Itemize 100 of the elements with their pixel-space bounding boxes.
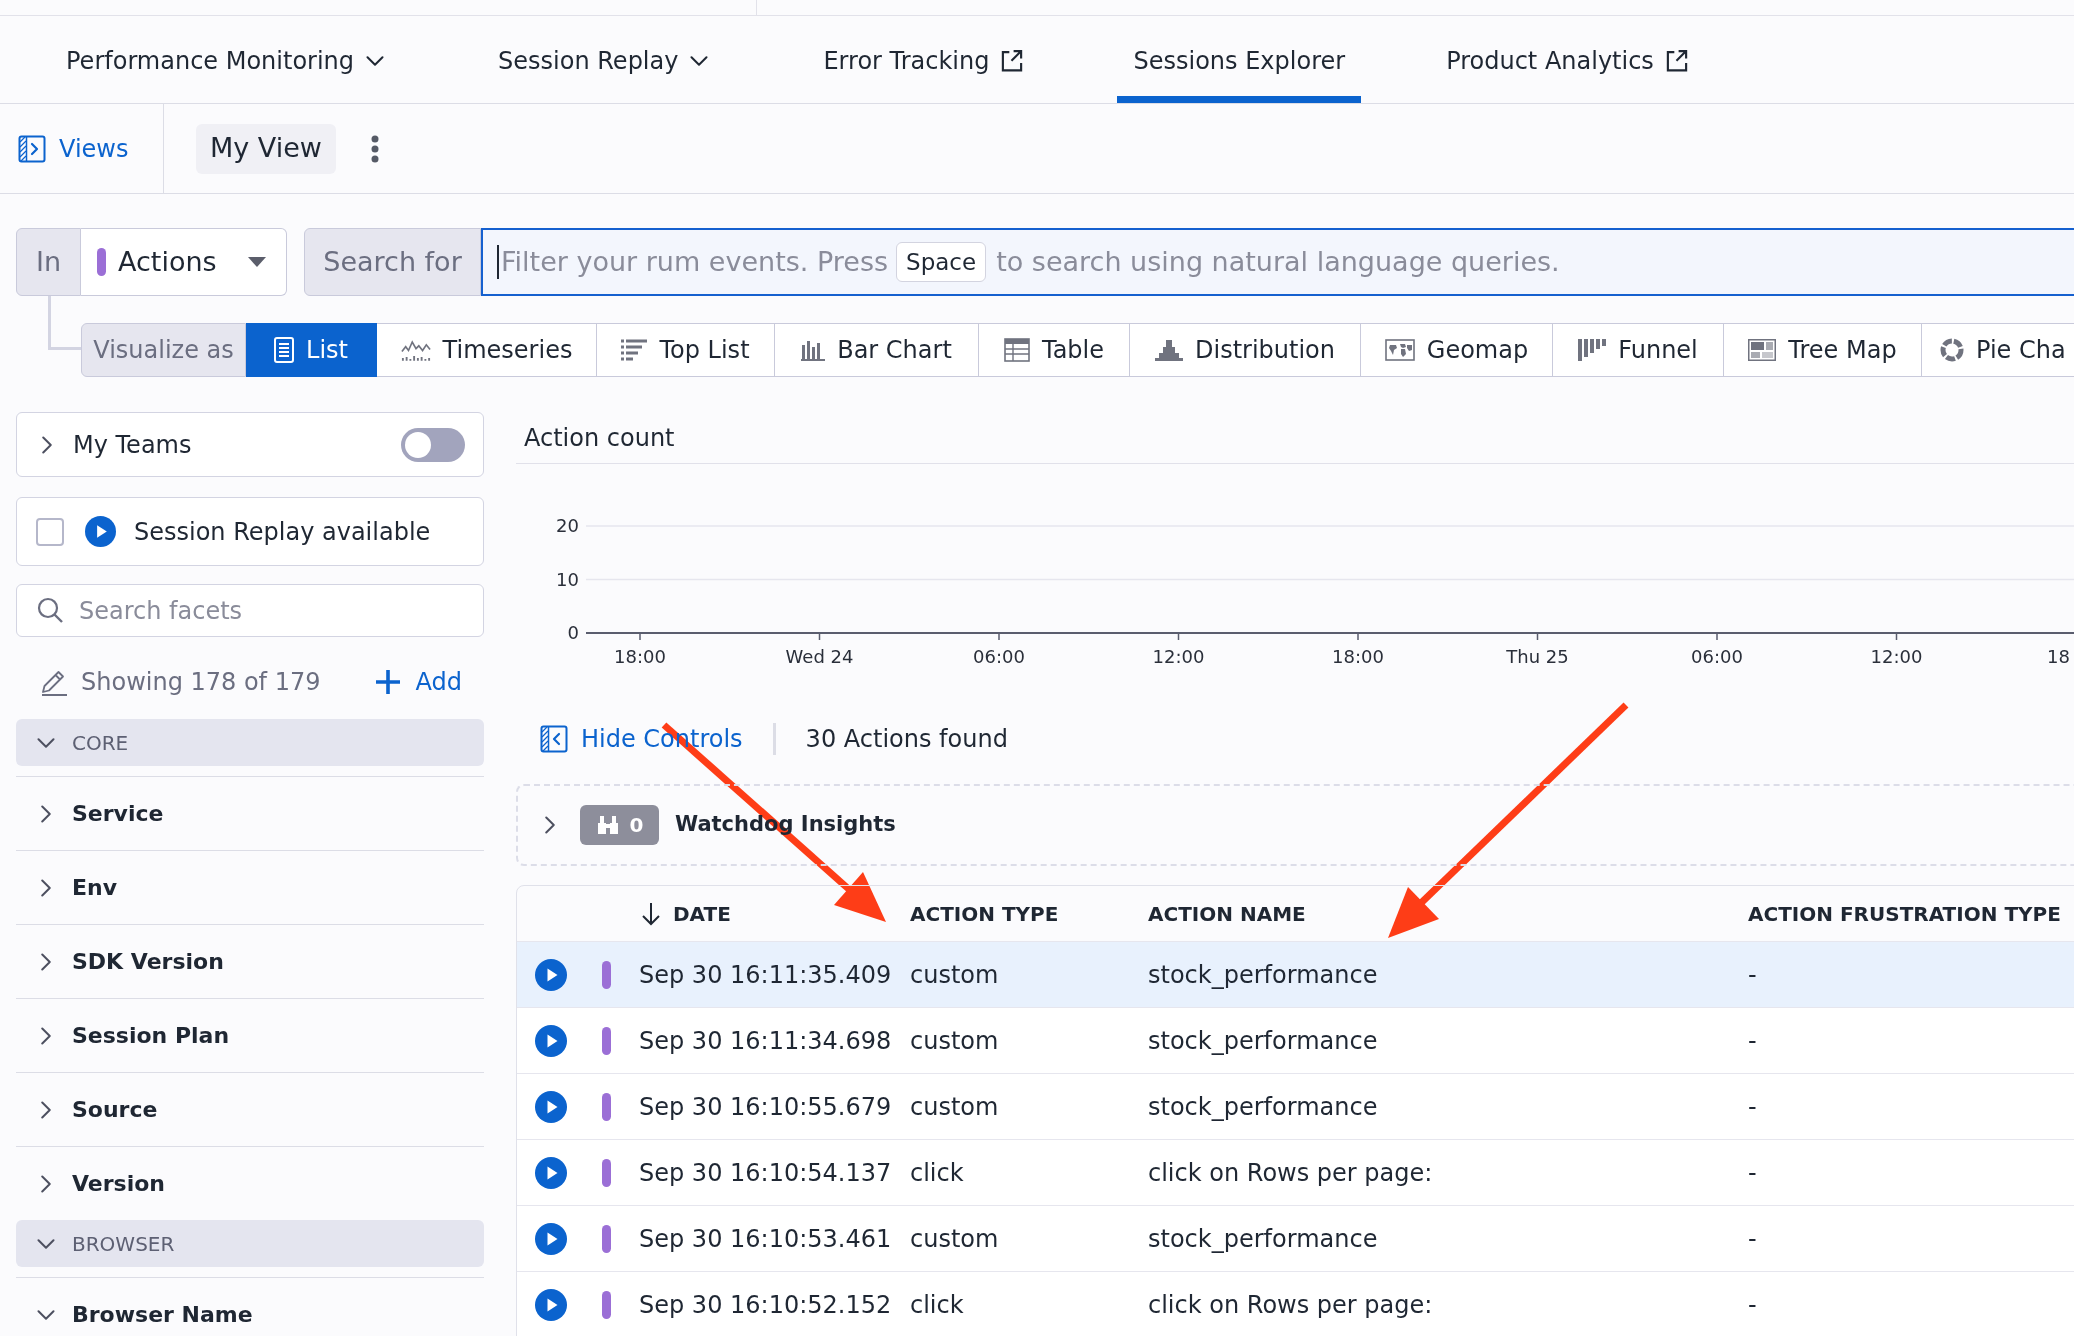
placeholder-text: to search using natural language queries. <box>996 244 1560 279</box>
column-header[interactable]: ACTION TYPE <box>910 898 1148 929</box>
table-cell-text: custom <box>910 1091 999 1123</box>
event-marker-icon <box>602 1026 611 1055</box>
play-icon <box>535 1090 567 1123</box>
table-cell-text: - <box>1748 959 1757 991</box>
more-options-icon[interactable] <box>370 134 379 163</box>
table-row[interactable]: Sep 30 16:10:54.137 click click on Rows per page: - <box>517 1139 2074 1205</box>
event-marker-icon <box>602 960 611 989</box>
column-header[interactable]: ACTION NAME <box>1148 898 1748 929</box>
visualize-tab[interactable]: Top List <box>597 323 775 377</box>
table-cell-text: - <box>1748 1091 1757 1123</box>
visualize-tab[interactable]: Funnel <box>1553 323 1724 377</box>
chevron-down-icon <box>690 56 709 66</box>
table-row[interactable]: Sep 30 16:11:34.698 custom stock_performance - <box>517 1007 2074 1073</box>
scope-label: In <box>16 228 81 296</box>
badge-count: 0 <box>629 812 644 839</box>
table-cell-text: click on Rows per page: <box>1148 1157 1433 1189</box>
panel-toggle-icon <box>18 134 46 163</box>
nav-tab[interactable]: Sessions Explorer <box>1117 16 1362 103</box>
table-cell-text: click on Rows per page: <box>1148 1289 1433 1321</box>
facet-group-header[interactable]: BROWSER <box>16 1220 484 1267</box>
axis-label: 12:00 <box>1870 646 1923 667</box>
axis-label: Wed 24 <box>785 646 854 667</box>
table-cell-text: custom <box>910 1223 999 1255</box>
top-list-icon <box>621 339 648 361</box>
filter-label: My Teams <box>73 429 192 461</box>
axis-label: 18:00 <box>1332 646 1384 667</box>
table-row[interactable]: Sep 30 16:11:35.409 custom stock_performance - <box>517 941 2074 1007</box>
facet-count: Showing 178 of 179 <box>81 667 321 698</box>
visualize-label: Visualize as <box>81 323 246 377</box>
views-button[interactable]: Views <box>0 104 164 193</box>
column-header[interactable]: ACTION FRUSTRATION TYPE <box>1748 898 2074 929</box>
visualize-tab[interactable]: List <box>246 323 377 377</box>
facet-item[interactable]: Env <box>16 850 484 924</box>
table-cell-text: Sep 30 16:10:55.679 <box>639 1091 892 1123</box>
table-cell-text: - <box>1748 1157 1757 1189</box>
world-map-icon <box>1384 339 1415 361</box>
play-icon <box>85 516 116 547</box>
table-row[interactable]: Sep 30 16:10:53.461 custom stock_performance - <box>517 1205 2074 1271</box>
table-row[interactable]: Sep 30 16:10:55.679 custom stock_performance - <box>517 1073 2074 1139</box>
list-icon <box>274 337 294 363</box>
visualize-tab[interactable]: Geomap <box>1361 323 1553 377</box>
play-icon <box>535 1024 567 1057</box>
axis-label: 18:00 <box>614 646 666 667</box>
visualize-tab[interactable]: Tree Map <box>1724 323 1922 377</box>
checkbox[interactable] <box>36 517 64 546</box>
add-facet-button[interactable]: Add <box>375 664 462 700</box>
table-row[interactable]: Sep 30 16:10:52.152 click click on Rows per page: - <box>517 1271 2074 1336</box>
placeholder-text: Filter your rum events. Press <box>501 244 889 279</box>
event-marker-icon <box>602 1092 611 1121</box>
event-marker-icon <box>602 1158 611 1187</box>
nav-tab[interactable]: Session Replay <box>482 16 725 103</box>
play-icon <box>535 1156 567 1189</box>
nav-tab[interactable]: Performance Monitoring <box>50 16 401 103</box>
results-count: 30 Actions found <box>805 724 1008 755</box>
visualize-tab[interactable]: Distribution <box>1130 323 1361 377</box>
visualize-tab[interactable]: Timeseries <box>377 323 597 377</box>
filter-label: Session Replay available <box>134 516 431 548</box>
text-cursor-icon <box>497 245 499 279</box>
search-field[interactable]: Filter your rum events. Press Space to search using natural language queries. <box>481 228 2074 296</box>
facet-item[interactable]: Source <box>16 1072 484 1146</box>
search-icon <box>37 597 63 623</box>
binoculars-icon <box>595 815 620 835</box>
caret-down-icon <box>248 257 266 267</box>
column-header[interactable]: DATE <box>639 898 910 929</box>
data-source-dropdown[interactable]: Actions <box>81 228 287 296</box>
facet-item[interactable]: Browser Name <box>16 1277 484 1336</box>
facet-item[interactable]: Session Plan <box>16 998 484 1072</box>
external-link-icon <box>1001 50 1024 72</box>
visualize-tab[interactable]: Pie Cha <box>1922 323 2074 377</box>
visualize-tab[interactable]: Bar Chart <box>775 323 979 377</box>
nav-tab[interactable]: Product Analytics <box>1430 16 1704 103</box>
view-name-button[interactable]: My View <box>196 123 336 174</box>
facet-search-field[interactable]: Search facets <box>16 584 484 637</box>
toggle-switch[interactable] <box>401 427 465 462</box>
axis-label: 0 <box>567 622 579 643</box>
table-cell-text: custom <box>910 959 999 991</box>
table-cell-text: - <box>1748 1223 1757 1255</box>
funnel-icon <box>1578 339 1607 361</box>
axis-label: 10 <box>556 568 579 590</box>
plus-icon <box>375 670 400 694</box>
table-cell-text: - <box>1748 1025 1757 1057</box>
play-icon <box>535 1222 567 1255</box>
table-cell-text: click <box>910 1157 964 1189</box>
axis-label: 18 <box>2047 646 2070 667</box>
pencil-icon[interactable] <box>40 668 68 696</box>
visualize-tab[interactable]: Table <box>979 323 1130 377</box>
table-cell-text: Sep 30 16:11:34.698 <box>639 1025 892 1057</box>
tree-map-icon <box>1748 339 1777 361</box>
facet-group-header[interactable]: CORE <box>16 719 484 766</box>
play-icon <box>535 958 567 991</box>
table-cell-text: stock_performance <box>1148 1223 1378 1255</box>
facet-item[interactable]: SDK Version <box>16 924 484 998</box>
nav-tab[interactable]: Error Tracking <box>807 16 1040 103</box>
facet-item[interactable]: Service <box>16 776 484 850</box>
table-cell-text: Sep 30 16:10:52.152 <box>639 1289 892 1321</box>
event-marker-icon <box>602 1224 611 1253</box>
timeseries-icon <box>400 339 431 361</box>
axis-label: Thu 25 <box>1506 646 1569 667</box>
